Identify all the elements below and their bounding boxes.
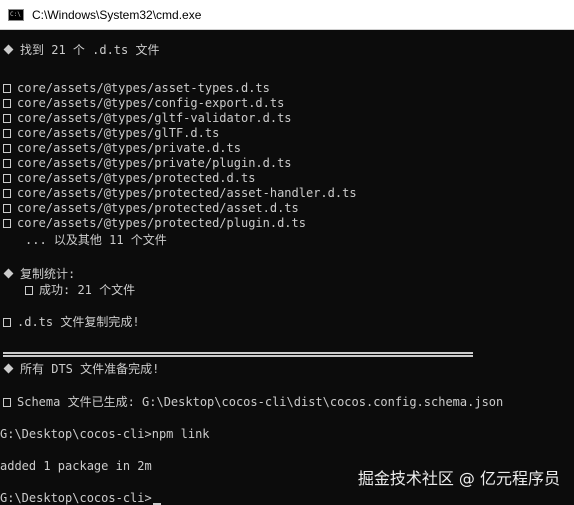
current-prompt-line[interactable]: G:\Desktop\cocos-cli> xyxy=(0,490,161,505)
diamond-icon xyxy=(3,268,14,279)
file-path: core/assets/@types/asset-types.d.ts xyxy=(17,81,270,95)
npm-output-line: added 1 package in 2m xyxy=(0,459,152,473)
checkbox-icon xyxy=(25,286,33,295)
file-path: core/assets/@types/private.d.ts xyxy=(17,141,241,155)
checkbox-icon xyxy=(3,144,11,153)
found-files-text: 找到 21 个 .d.ts 文件 xyxy=(20,43,160,57)
separator-line xyxy=(3,352,473,357)
stats-header-text: 复制统计: xyxy=(20,267,76,281)
stats-header-line: 复制统计: xyxy=(3,266,75,282)
copy-done-text: .d.ts 文件复制完成! xyxy=(17,315,140,329)
file-list-item: core/assets/@types/gltf-validator.d.ts xyxy=(3,110,292,126)
file-list-item: core/assets/@types/private/plugin.d.ts xyxy=(3,155,292,171)
file-list-item: core/assets/@types/config-export.d.ts xyxy=(3,95,284,111)
copy-done-line: .d.ts 文件复制完成! xyxy=(3,314,140,330)
file-path: core/assets/@types/config-export.d.ts xyxy=(17,96,285,110)
checkbox-icon xyxy=(3,114,11,123)
file-list-item: core/assets/@types/asset-types.d.ts xyxy=(3,80,270,96)
checkbox-icon xyxy=(3,159,11,168)
more-files-line: ... 以及其他 11 个文件 xyxy=(25,233,167,247)
file-list-item: core/assets/@types/private.d.ts xyxy=(3,140,241,156)
diamond-icon xyxy=(3,44,14,55)
file-path: core/assets/@types/protected/asset-handl… xyxy=(17,186,357,200)
stats-success-line: 成功: 21 个文件 xyxy=(25,282,135,298)
prompt-text: G:\Desktop\cocos-cli> xyxy=(0,491,152,505)
checkbox-icon xyxy=(3,204,11,213)
file-path: core/assets/@types/protected.d.ts xyxy=(17,171,256,185)
schema-line: Schema 文件已生成: G:\Desktop\cocos-cli\dist\… xyxy=(3,394,503,410)
file-path: core/assets/@types/glTF.d.ts xyxy=(17,126,220,140)
file-list-item: core/assets/@types/protected/asset.d.ts xyxy=(3,200,299,216)
checkbox-icon xyxy=(3,398,11,407)
checkbox-icon xyxy=(3,189,11,198)
dts-ready-line: 所有 DTS 文件准备完成! xyxy=(3,361,159,377)
schema-text: Schema 文件已生成: G:\Desktop\cocos-cli\dist\… xyxy=(17,395,504,409)
file-list-item: core/assets/@types/glTF.d.ts xyxy=(3,125,219,141)
file-path: core/assets/@types/protected/plugin.d.ts xyxy=(17,216,306,230)
console-output[interactable]: 找到 21 个 .d.ts 文件 core/assets/@types/asse… xyxy=(0,30,574,505)
file-path: core/assets/@types/private/plugin.d.ts xyxy=(17,156,292,170)
checkbox-icon xyxy=(3,129,11,138)
window-title: C:\Windows\System32\cmd.exe xyxy=(32,7,202,22)
file-path: core/assets/@types/gltf-validator.d.ts xyxy=(17,111,292,125)
title-bar[interactable]: C:\ C:\Windows\System32\cmd.exe xyxy=(0,0,574,30)
checkbox-icon xyxy=(3,84,11,93)
dts-ready-text: 所有 DTS 文件准备完成! xyxy=(20,362,160,376)
checkbox-icon xyxy=(3,318,11,327)
file-list-item: core/assets/@types/protected/asset-handl… xyxy=(3,185,357,201)
diamond-icon xyxy=(3,363,14,374)
checkbox-icon xyxy=(3,99,11,108)
file-list-item: core/assets/@types/protected.d.ts xyxy=(3,170,255,186)
watermark: 掘金技术社区 @ 亿元程序员 xyxy=(357,469,560,488)
checkbox-icon xyxy=(3,174,11,183)
found-files-line: 找到 21 个 .d.ts 文件 xyxy=(3,42,159,58)
file-list-item: core/assets/@types/protected/plugin.d.ts xyxy=(3,215,306,231)
stats-success-text: 成功: 21 个文件 xyxy=(39,283,136,297)
cmd-icon: C:\ xyxy=(8,8,24,21)
file-path: core/assets/@types/protected/asset.d.ts xyxy=(17,201,299,215)
checkbox-icon xyxy=(3,219,11,228)
cmd-window: C:\ C:\Windows\System32\cmd.exe 找到 21 个 … xyxy=(0,0,574,505)
command-prompt-line: G:\Desktop\cocos-cli>npm link xyxy=(0,427,210,441)
